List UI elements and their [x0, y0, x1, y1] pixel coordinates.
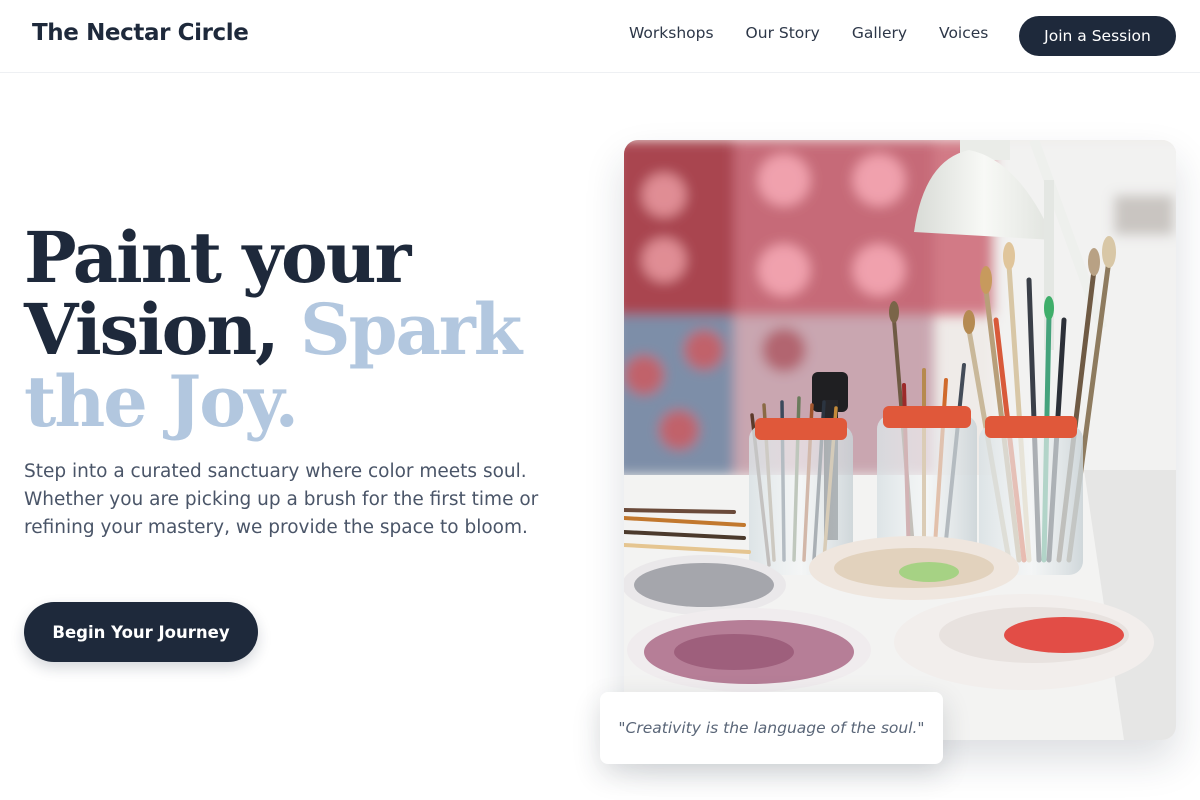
quote-text: "Creativity is the language of the soul.… [618, 719, 925, 737]
hero-description: Step into a curated sanctuary where colo… [24, 461, 539, 538]
site-header: The Nectar Circle Workshops Our Story Ga… [0, 0, 1200, 73]
brand-logo[interactable]: The Nectar Circle [32, 20, 249, 46]
quote-card: "Creativity is the language of the soul.… [600, 692, 943, 764]
begin-journey-button[interactable]: Begin Your Journey [24, 602, 258, 662]
nav-link-voices[interactable]: Voices [939, 24, 988, 42]
join-session-button[interactable]: Join a Session [1019, 16, 1176, 56]
hero-headline: Paint your Vision, Spark the Joy. [24, 222, 544, 438]
art-studio-photo [624, 140, 1176, 740]
nav-link-workshops[interactable]: Workshops [629, 24, 714, 42]
nav-link-our-story[interactable]: Our Story [746, 24, 820, 42]
nav-link-gallery[interactable]: Gallery [852, 24, 907, 42]
main-nav: Workshops Our Story Gallery Voices [629, 24, 988, 42]
hero-image [624, 140, 1176, 740]
